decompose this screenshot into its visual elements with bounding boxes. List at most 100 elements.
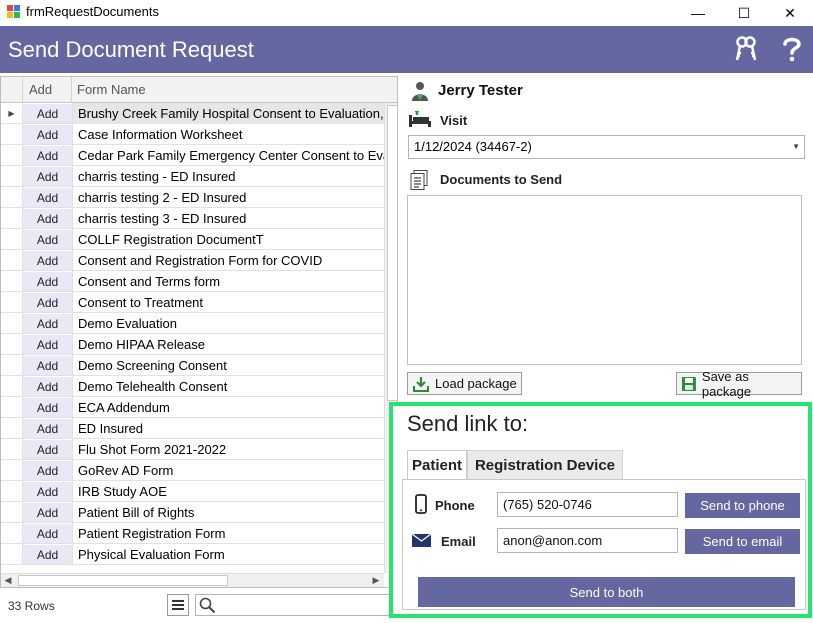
visit-select[interactable]: 1/12/2024 (34467-2) ▼ [408, 135, 805, 159]
form-name-cell[interactable]: IRB Study AOE [72, 481, 384, 502]
form-name-cell[interactable]: Demo Evaluation [72, 313, 384, 334]
add-form-button[interactable]: Add [23, 377, 72, 396]
table-row[interactable]: Add Patient Registration Form [1, 523, 384, 544]
add-form-button[interactable]: Add [23, 398, 72, 417]
send-to-phone-button[interactable]: Send to phone [685, 493, 800, 518]
column-header-add[interactable]: Add [22, 77, 72, 103]
add-form-button[interactable]: Add [23, 314, 72, 333]
row-selector[interactable] [1, 376, 23, 397]
form-name-cell[interactable]: charris testing 2 - ED Insured [72, 187, 384, 208]
form-name-cell[interactable]: Cedar Park Family Emergency Center Conse… [72, 145, 384, 166]
row-selector[interactable] [1, 418, 23, 439]
form-name-cell[interactable]: GoRev AD Form [72, 460, 384, 481]
row-selector[interactable] [1, 208, 23, 229]
form-name-cell[interactable]: Consent and Terms form [72, 271, 384, 292]
add-form-button[interactable]: Add [23, 188, 72, 207]
row-selector[interactable] [1, 544, 23, 565]
help-icon[interactable] [777, 34, 807, 64]
add-form-button[interactable]: Add [23, 209, 72, 228]
add-form-button[interactable]: Add [23, 419, 72, 438]
table-row[interactable]: Add Demo Telehealth Consent [1, 376, 384, 397]
row-selector[interactable] [1, 460, 23, 481]
add-form-button[interactable]: Add [23, 524, 72, 543]
add-form-button[interactable]: Add [23, 293, 72, 312]
add-form-button[interactable]: Add [23, 146, 72, 165]
form-name-cell[interactable]: Patient Bill of Rights [72, 502, 384, 523]
row-selector[interactable] [1, 355, 23, 376]
add-form-button[interactable]: Add [23, 503, 72, 522]
maximize-button[interactable]: ☐ [721, 0, 767, 26]
table-row[interactable]: Add COLLF Registration DocumentT [1, 229, 384, 250]
table-row[interactable]: Add charris testing - ED Insured [1, 166, 384, 187]
add-form-button[interactable]: Add [23, 272, 72, 291]
row-selector[interactable] [1, 523, 23, 544]
table-row[interactable]: Add GoRev AD Form [1, 460, 384, 481]
row-selector[interactable] [1, 229, 23, 250]
row-selector[interactable] [1, 502, 23, 523]
keys-icon[interactable] [731, 34, 761, 64]
table-row[interactable]: Add Consent and Registration Form for COV… [1, 250, 384, 271]
row-selector[interactable] [1, 334, 23, 355]
column-header-form-name[interactable]: Form Name [72, 77, 384, 103]
add-form-button[interactable]: Add [23, 167, 72, 186]
add-form-button[interactable]: Add [23, 356, 72, 375]
form-name-cell[interactable]: ED Insured [72, 418, 384, 439]
scroll-left-icon[interactable]: ◀ [1, 574, 15, 587]
table-row[interactable]: Add Case Information Worksheet [1, 124, 384, 145]
table-row[interactable]: Add charris testing 3 - ED Insured [1, 208, 384, 229]
phone-input[interactable]: (765) 520-0746 [497, 492, 678, 517]
horizontal-scroll-thumb[interactable] [18, 575, 228, 586]
form-name-cell[interactable]: Consent and Registration Form for COVID [72, 250, 384, 271]
row-selector[interactable] [1, 250, 23, 271]
row-selector[interactable]: ▶ [1, 103, 23, 124]
form-name-cell[interactable]: Patient Registration Form [72, 523, 384, 544]
tab-patient[interactable]: Patient [407, 450, 467, 480]
row-selector[interactable] [1, 313, 23, 334]
tab-registration-device[interactable]: Registration Device [467, 450, 623, 480]
row-selector[interactable] [1, 397, 23, 418]
add-form-button[interactable]: Add [23, 230, 72, 249]
form-name-cell[interactable]: charris testing 3 - ED Insured [72, 208, 384, 229]
add-form-button[interactable]: Add [23, 251, 72, 270]
form-name-cell[interactable]: ECA Addendum [72, 397, 384, 418]
row-selector[interactable] [1, 145, 23, 166]
add-form-button[interactable]: Add [23, 545, 72, 564]
form-name-cell[interactable]: Demo HIPAA Release [72, 334, 384, 355]
table-row[interactable]: Add Demo HIPAA Release [1, 334, 384, 355]
send-to-email-button[interactable]: Send to email [685, 529, 800, 554]
table-row[interactable]: Add Flu Shot Form 2021-2022 [1, 439, 384, 460]
menu-icon[interactable] [167, 594, 189, 616]
row-selector[interactable] [1, 124, 23, 145]
row-selector[interactable] [1, 271, 23, 292]
table-row[interactable]: Add Cedar Park Family Emergency Center Co… [1, 145, 384, 166]
form-name-cell[interactable]: Brushy Creek Family Hospital Consent to … [72, 103, 384, 124]
chevron-down-icon[interactable]: ▼ [792, 136, 800, 158]
form-name-cell[interactable]: Physical Evaluation Form [72, 544, 384, 565]
form-name-cell[interactable]: Case Information Worksheet [72, 124, 384, 145]
search-input[interactable] [195, 594, 395, 616]
row-selector[interactable] [1, 439, 23, 460]
scroll-right-icon[interactable]: ▶ [369, 574, 383, 587]
table-row[interactable]: Add charris testing 2 - ED Insured [1, 187, 384, 208]
form-name-cell[interactable]: Demo Telehealth Consent [72, 376, 384, 397]
form-name-cell[interactable]: COLLF Registration DocumentT [72, 229, 384, 250]
table-row[interactable]: Add ECA Addendum [1, 397, 384, 418]
documents-list[interactable] [407, 195, 802, 365]
table-row[interactable]: Add Demo Screening Consent [1, 355, 384, 376]
close-button[interactable]: ✕ [767, 0, 813, 26]
horizontal-scrollbar[interactable]: ◀ ▶ [1, 573, 384, 587]
add-form-button[interactable]: Add [23, 104, 72, 123]
add-form-button[interactable]: Add [23, 482, 72, 501]
form-name-cell[interactable]: Demo Screening Consent [72, 355, 384, 376]
table-row[interactable]: Add IRB Study AOE [1, 481, 384, 502]
form-name-cell[interactable]: charris testing - ED Insured [72, 166, 384, 187]
save-as-package-button[interactable]: Save as package [676, 369, 802, 399]
table-row[interactable]: Add Consent to Treatment [1, 292, 384, 313]
add-form-button[interactable]: Add [23, 461, 72, 480]
send-to-both-button[interactable]: Send to both [418, 577, 795, 607]
table-row[interactable]: Add Demo Evaluation [1, 313, 384, 334]
row-selector[interactable] [1, 166, 23, 187]
form-name-cell[interactable]: Flu Shot Form 2021-2022 [72, 439, 384, 460]
vertical-scroll-thumb[interactable] [387, 105, 397, 401]
minimize-button[interactable]: — [675, 0, 721, 26]
